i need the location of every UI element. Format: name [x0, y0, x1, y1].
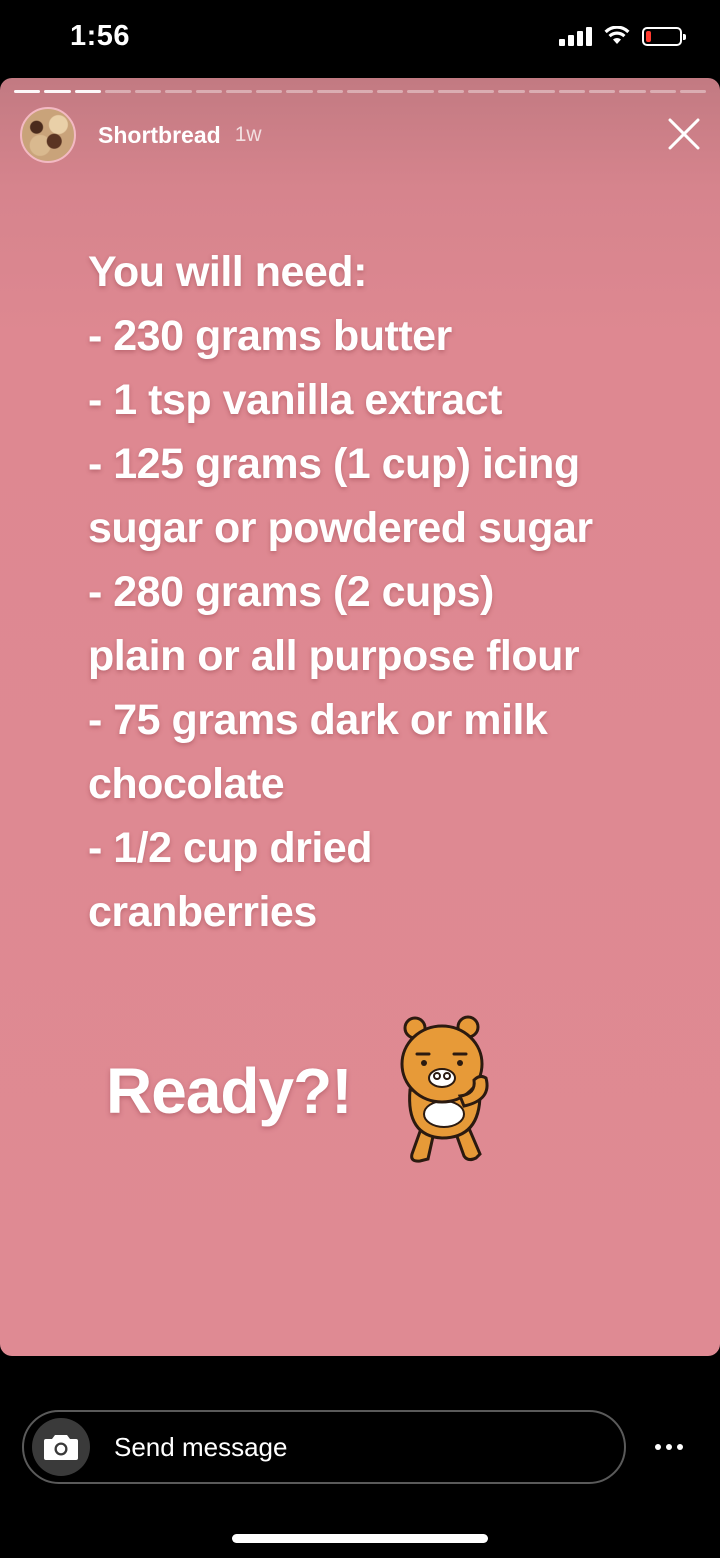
story-header: Shortbread 1w: [20, 106, 262, 164]
ingredient-line: - 1/2 cup dried: [88, 824, 373, 872]
story-progress-segment: [225, 90, 253, 93]
story-progress-segment: [316, 90, 343, 93]
story-username[interactable]: Shortbread: [98, 122, 221, 149]
story-progress-segment: [195, 90, 222, 93]
story-progress-segment: [165, 90, 192, 93]
signal-icon: [559, 26, 592, 46]
close-icon: [668, 118, 700, 150]
status-time: 1:56: [70, 20, 131, 52]
status-bar: 1:56: [0, 0, 720, 78]
story-progress-segment: [619, 90, 646, 93]
story-progress-segment: [558, 90, 586, 93]
ingredient-line: sugar or powdered sugar: [88, 504, 593, 552]
story-progress-segment: [135, 90, 162, 93]
story-progress-segment: [14, 90, 41, 93]
wifi-icon: [604, 26, 630, 44]
home-indicator[interactable]: [232, 1534, 488, 1543]
story-progress-segment: [346, 90, 374, 93]
camera-button[interactable]: [32, 1418, 90, 1476]
avatar[interactable]: [20, 107, 76, 163]
ingredient-line: chocolate: [88, 760, 285, 808]
story-progress-segment: [407, 90, 434, 93]
story-progress-segment: [679, 90, 707, 93]
ingredient-line: - 125 grams (1 cup) icing: [88, 440, 580, 488]
ingredient-line: - 280 grams (2 cups): [88, 568, 494, 616]
story-progress-segment: [437, 90, 464, 93]
send-message-input[interactable]: Send message: [114, 1432, 287, 1463]
story-progress-segment: [104, 90, 132, 93]
story-progress-segment: [256, 90, 283, 93]
bear-sticker[interactable]: [398, 1014, 498, 1166]
story-progress-segment: [498, 90, 525, 93]
ingredient-line: - 230 grams butter: [88, 312, 452, 360]
more-options-icon[interactable]: [654, 1438, 684, 1456]
ingredient-line: plain or all purpose flour: [88, 632, 580, 680]
camera-icon: [44, 1435, 78, 1460]
ingredient-line: - 1 tsp vanilla extract: [88, 376, 502, 424]
status-icons: [559, 26, 686, 46]
story-progress-segment: [44, 90, 71, 93]
story-progress-segment: [589, 90, 616, 93]
story-progress-segment: [649, 90, 676, 93]
ingredient-line: cranberries: [88, 888, 317, 936]
story-progress-segment: [377, 90, 404, 93]
ingredients-text: You will need: - 230 grams butter - 1 ts…: [88, 240, 688, 944]
battery-low-icon: [642, 26, 686, 46]
battery-level: [646, 30, 651, 42]
story-timestamp: 1w: [234, 123, 262, 146]
story-progress-segment: [74, 90, 101, 93]
story-card[interactable]: Shortbread 1w You will need: - 230 grams…: [0, 78, 720, 1356]
ingredient-line: - 75 grams dark or milk: [88, 696, 548, 744]
story-progress-segment: [528, 90, 555, 93]
instagram-story-screen: 1:56 Shortbread 1w You will need: - 230 …: [0, 0, 720, 1558]
message-bar: Send message: [22, 1410, 626, 1484]
ready-text: Ready?!: [106, 1055, 352, 1127]
story-progress-segment: [467, 90, 495, 93]
close-button[interactable]: [666, 116, 702, 152]
story-progress-segment: [286, 90, 313, 93]
ingredients-heading: You will need:: [88, 248, 367, 296]
story-progress-bar: [14, 90, 707, 93]
